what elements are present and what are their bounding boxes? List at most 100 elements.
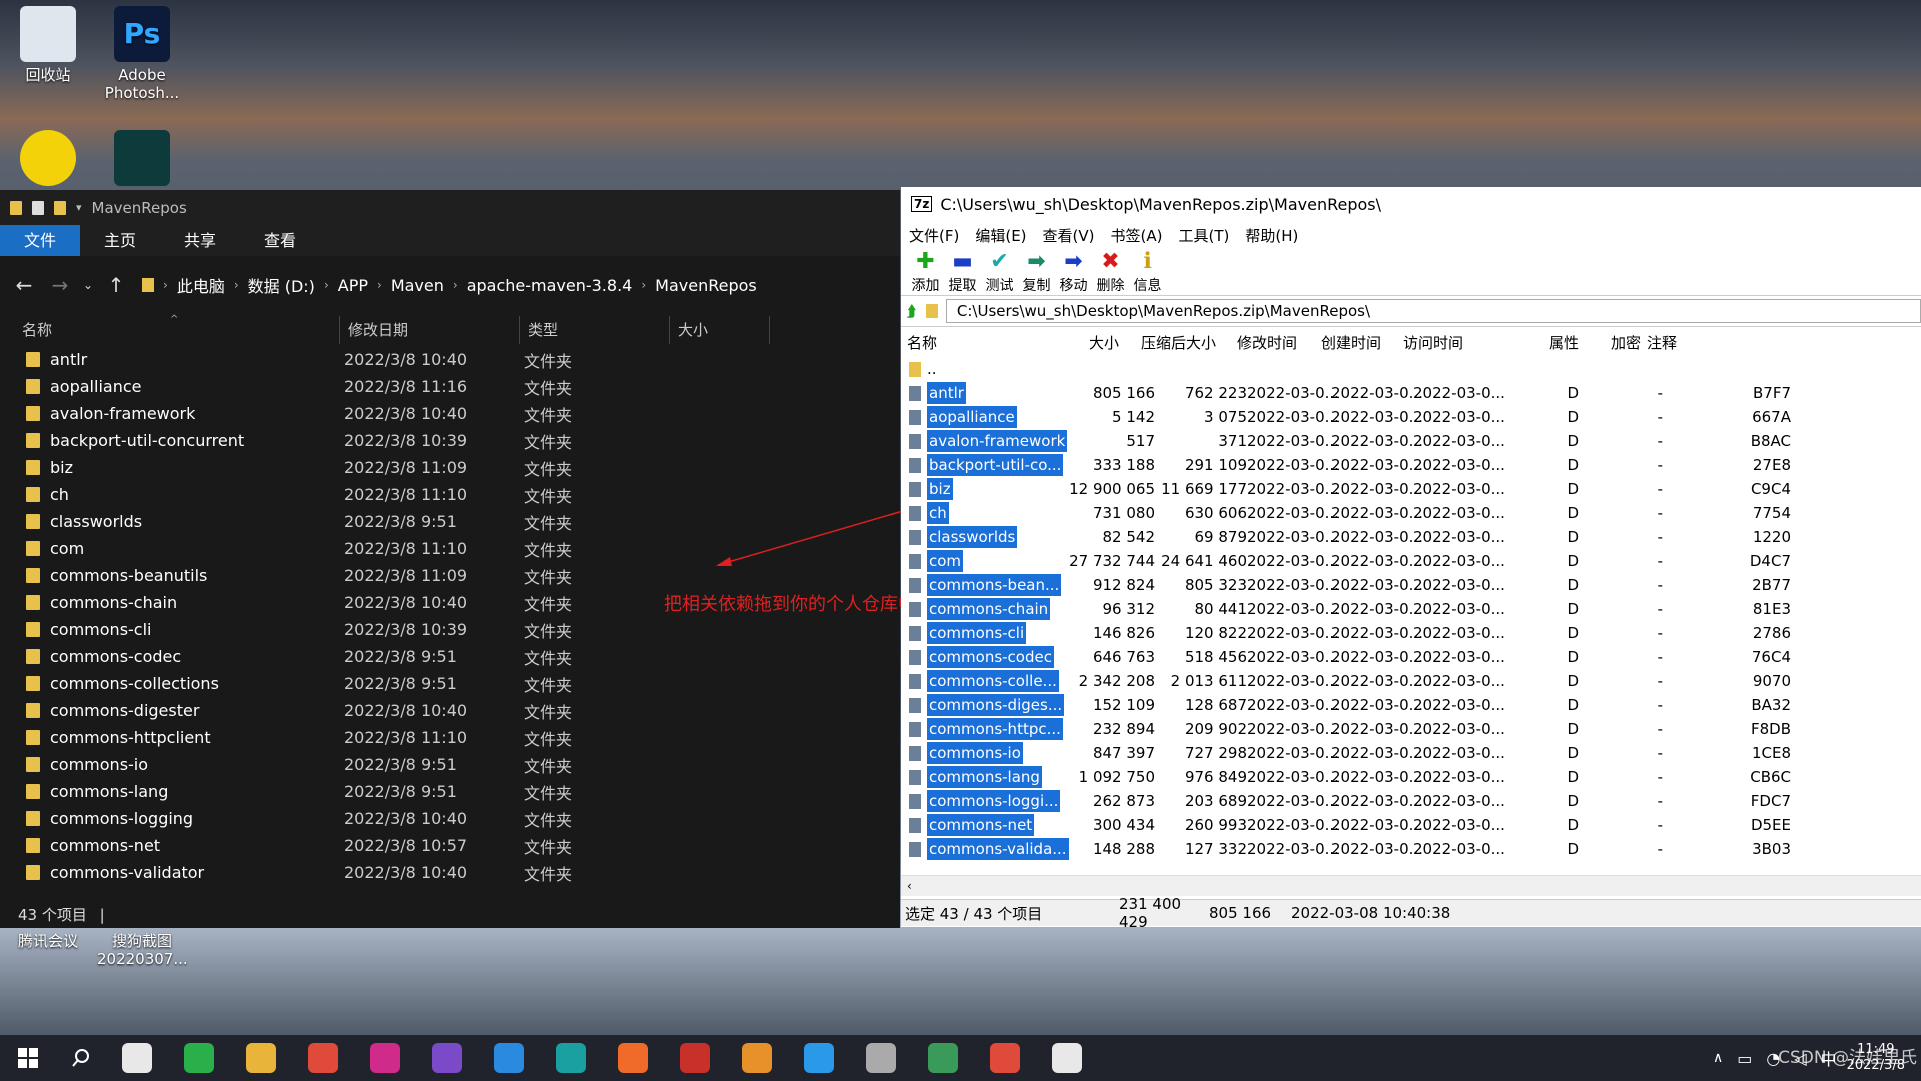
item-size: 12 900 065 — [1069, 480, 1155, 498]
archive-row[interactable]: commons-codec 646 763 518 456 2022-03-0... 2… — [901, 645, 1921, 669]
archive-row[interactable]: commons-loggi... 262 873 203 689 2022-03-0.… — [901, 789, 1921, 813]
column-name[interactable]: 名称 — [907, 332, 937, 353]
taskbar-app-7zip[interactable] — [1036, 1035, 1098, 1081]
menu-help[interactable]: 帮助(H) — [1245, 225, 1298, 246]
7zip-toolbar: ✚ 添加 ▬ 提取 ✔ 测试 ➡ 复制 ➡ 移动 ✖ 删除 ℹ 信息 — [901, 249, 1921, 295]
item-created: 2022-03-0... — [1331, 648, 1423, 666]
item-crc: 2B77 — [1752, 576, 1791, 594]
item-attributes: D — [1567, 432, 1579, 450]
selected-name: commons-io — [927, 742, 1023, 764]
item-size: 1 092 750 — [1078, 768, 1155, 786]
item-created: 2022-03-0... — [1331, 384, 1423, 402]
tray-chevron-icon[interactable]: ∧ — [1713, 1050, 1723, 1066]
archive-row[interactable]: commons-chain 96 312 80 441 2022-03-0... 202… — [901, 597, 1921, 621]
taskbar-app-intellij[interactable] — [354, 1035, 416, 1081]
toolbar-button[interactable]: ✔ 测试 — [981, 249, 1018, 295]
toolbar-button[interactable]: ℹ 信息 — [1129, 249, 1166, 295]
toolbar-button[interactable]: ✖ 删除 — [1092, 249, 1129, 295]
taskbar-app-wechat[interactable] — [168, 1035, 230, 1081]
item-packed-size: 69 879 — [1194, 528, 1248, 546]
menu-bookmarks[interactable]: 书签(A) — [1111, 225, 1163, 246]
folder-icon — [909, 433, 921, 449]
toolbar-button[interactable]: ➡ 复制 — [1018, 249, 1055, 295]
column-encrypted[interactable]: 加密 — [1611, 332, 1641, 353]
column-created[interactable]: 创建时间 — [1321, 332, 1381, 353]
taskbar-app-vscode[interactable] — [478, 1035, 540, 1081]
menu-tools[interactable]: 工具(T) — [1178, 225, 1229, 246]
item-modified: 2022-03-0... — [1247, 624, 1339, 642]
7zip-icon — [1052, 1043, 1082, 1073]
item-size: 146 826 — [1092, 624, 1155, 642]
item-size: 646 763 — [1092, 648, 1155, 666]
total-size: 231 400 429 — [1119, 895, 1182, 931]
archive-row[interactable]: backport-util-co... 333 188 291 109 2022-03… — [901, 453, 1921, 477]
toolbar-button[interactable]: ✚ 添加 — [907, 249, 944, 295]
menu-file[interactable]: 文件(F) — [909, 225, 959, 246]
item-attributes: D — [1567, 600, 1579, 618]
archive-row[interactable]: commons-httpc... 232 894 209 902 2022-03-0.… — [901, 717, 1921, 741]
archive-row[interactable]: commons-valida... 148 288 127 332 2022-03-0… — [901, 837, 1921, 861]
column-packed-size[interactable]: 压缩后大小 — [1141, 332, 1216, 353]
path-input[interactable]: C:\Users\wu_sh\Desktop\MavenRepos.zip\Ma… — [945, 299, 1921, 323]
item-encrypted: - — [1657, 384, 1663, 402]
item-size: 517 — [1126, 432, 1155, 450]
column-accessed[interactable]: 访问时间 — [1403, 332, 1463, 353]
taskbar-app-sdk[interactable] — [106, 1035, 168, 1081]
archive-row[interactable]: commons-io 847 397 727 298 2022-03-0... 2022… — [901, 741, 1921, 765]
taskbar-app-arduino[interactable] — [540, 1035, 602, 1081]
archive-item-name: classworlds — [927, 526, 1055, 548]
item-size: 847 397 — [1092, 744, 1155, 762]
archive-row[interactable]: ch 731 080 630 606 2022-03-0... 2022-03-0...… — [901, 501, 1921, 525]
taskbar-app-visual-studio[interactable] — [416, 1035, 478, 1081]
archive-row[interactable]: biz 12 900 065 11 669 177 2022-03-0... 2022-… — [901, 477, 1921, 501]
taskbar-app-app-gray[interactable] — [850, 1035, 912, 1081]
horizontal-scrollbar[interactable]: ‹ — [901, 875, 1921, 896]
clock[interactable]: 11:49 2022/3/8 CSDN @法娃里氏 — [1778, 1042, 1917, 1074]
taskbar-app-app-multi[interactable] — [912, 1035, 974, 1081]
battery-icon[interactable]: ▭ — [1737, 1049, 1752, 1068]
start-button[interactable] — [0, 1035, 56, 1081]
taskbar-app-app-red[interactable] — [664, 1035, 726, 1081]
column-modified[interactable]: 修改时间 — [1237, 332, 1297, 353]
watermark: CSDN @法娃里氏 — [1778, 1048, 1917, 1068]
toolbar-button[interactable]: ▬ 提取 — [944, 249, 981, 295]
archive-row[interactable]: commons-diges... 152 109 128 687 2022-03-0.… — [901, 693, 1921, 717]
item-attributes: D — [1567, 528, 1579, 546]
archive-row[interactable]: antlr 805 166 762 223 2022-03-0... 2022-03-0… — [901, 381, 1921, 405]
taskbar-app-file-explorer[interactable] — [230, 1035, 292, 1081]
item-crc: 7754 — [1752, 504, 1791, 522]
up-folder-icon[interactable]: ⮭ — [907, 302, 916, 320]
archive-row[interactable]: avalon-framework 517 371 2022-03-0... 2022-0… — [901, 429, 1921, 453]
item-created: 2022-03-0... — [1331, 528, 1423, 546]
archive-row[interactable]: commons-colle... 2 342 208 2 013 611 2022-0… — [901, 669, 1921, 693]
column-size[interactable]: 大小 — [1089, 332, 1119, 353]
taskbar-app-chrome[interactable] — [292, 1035, 354, 1081]
archive-row[interactable]: com 27 732 744 24 641 460 2022-03-0... 2022-… — [901, 549, 1921, 573]
column-comment[interactable]: 注释 — [1647, 332, 1677, 353]
parent-folder-row[interactable]: .. — [901, 357, 1921, 381]
archive-row[interactable]: commons-cli 146 826 120 822 2022-03-0... 202… — [901, 621, 1921, 645]
search-button[interactable] — [56, 1035, 106, 1081]
archive-row[interactable]: commons-bean... 912 824 805 323 2022-03-0..… — [901, 573, 1921, 597]
toolbar-button[interactable]: ➡ 移动 — [1055, 249, 1092, 295]
item-crc: 1CE8 — [1751, 744, 1791, 762]
archive-row[interactable]: commons-lang 1 092 750 976 849 2022-03-0...… — [901, 765, 1921, 789]
item-modified: 2022-03-0... — [1247, 456, 1339, 474]
archive-row[interactable]: commons-net 300 434 260 993 2022-03-0... 202… — [901, 813, 1921, 837]
taskbar-app-chrome-2[interactable] — [974, 1035, 1036, 1081]
archive-row[interactable]: aopalliance 5 142 3 075 2022-03-0... 2022-03… — [901, 405, 1921, 429]
taskbar-app-postman[interactable] — [602, 1035, 664, 1081]
item-crc: D4C7 — [1749, 552, 1791, 570]
archive-item-name: commons-valida... — [927, 838, 1069, 860]
column-attributes[interactable]: 属性 — [1549, 332, 1579, 353]
menu-view[interactable]: 查看(V) — [1043, 225, 1095, 246]
taskbar-app-app-orange[interactable] — [726, 1035, 788, 1081]
taskbar-app-docker[interactable] — [788, 1035, 850, 1081]
archive-row[interactable]: classworlds 82 542 69 879 2022-03-0... 2022-… — [901, 525, 1921, 549]
menu-edit[interactable]: 编辑(E) — [975, 225, 1026, 246]
app-multi-icon — [928, 1043, 958, 1073]
folder-icon — [909, 457, 921, 473]
scroll-left-icon[interactable]: ‹ — [907, 879, 912, 893]
item-encrypted: - — [1657, 624, 1663, 642]
item-size: 152 109 — [1092, 696, 1155, 714]
